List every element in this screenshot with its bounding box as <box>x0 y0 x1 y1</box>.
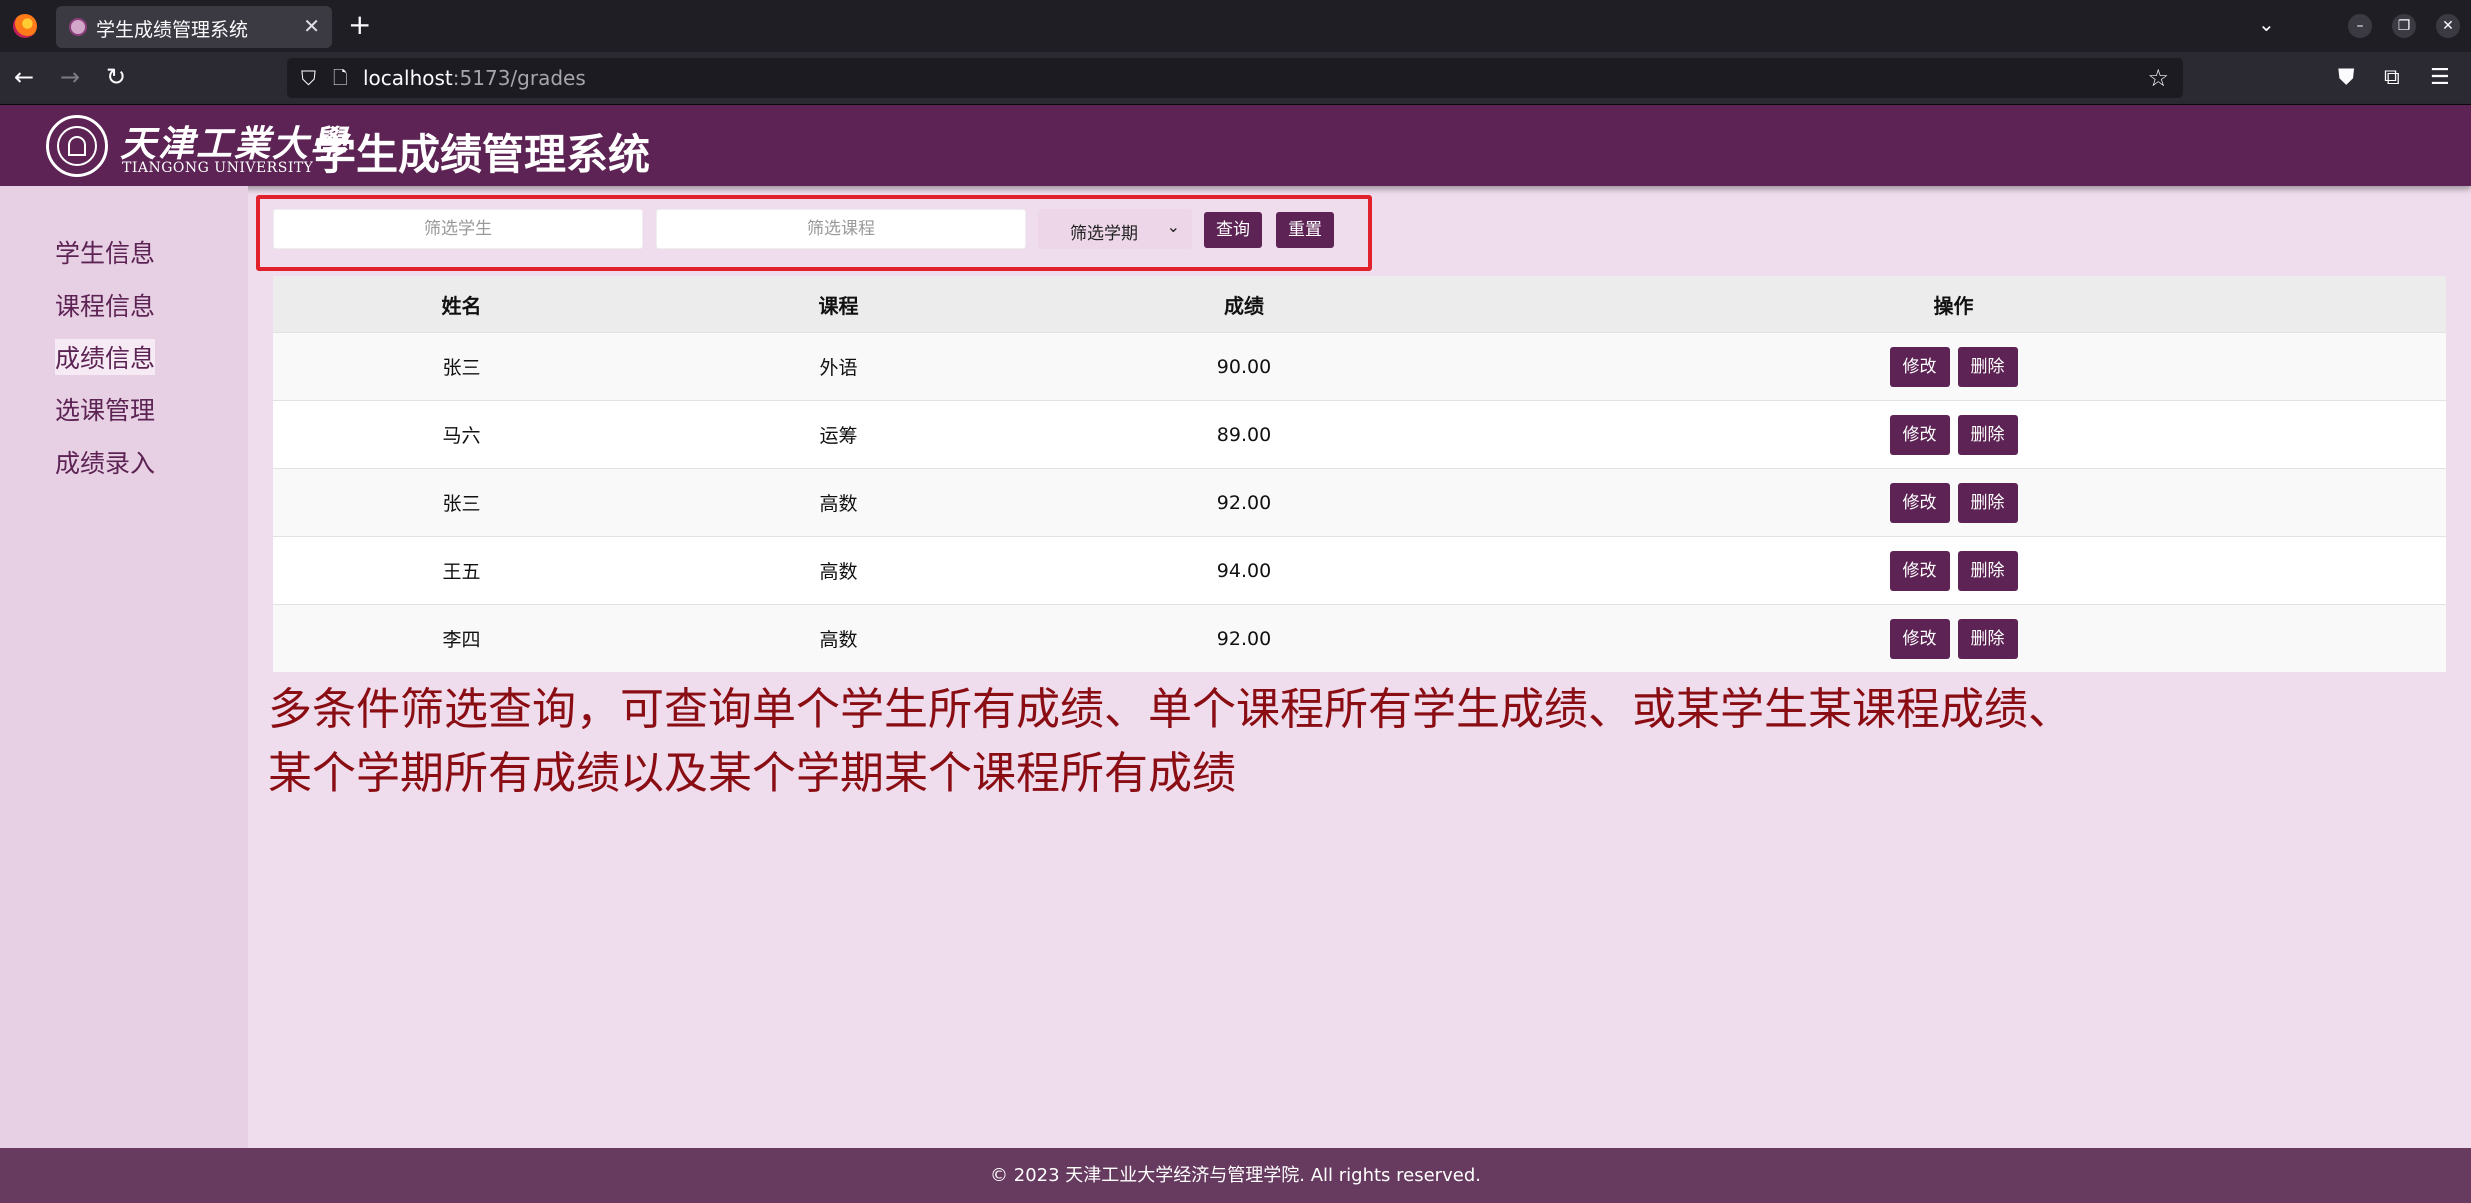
annotation-line-2: 某个学期所有成绩以及某个学期某个课程所有成绩 <box>268 748 1236 799</box>
shield-icon[interactable]: ⛉ <box>301 66 316 90</box>
annotation-line-1: 多条件筛选查询，可查询单个学生所有成绩、单个课程所有学生成绩、或某学生某课程成绩… <box>268 684 2072 735</box>
tab-title: 学生成绩管理系统 <box>96 19 249 41</box>
header-course: 课程 <box>650 276 1027 333</box>
cell-course: 高数 <box>650 468 1027 537</box>
browser-navbar: ← → ↻ ⛉ 🗋 localhost:5173/grades ☆ ⛊ ⧉ ☰ <box>0 52 2471 105</box>
course-filter-input[interactable] <box>656 209 1026 249</box>
cell-actions: 修改 删除 <box>1461 332 2446 401</box>
menu-icon[interactable]: ☰ <box>2430 65 2450 90</box>
cell-name: 马六 <box>273 400 650 469</box>
sidebar-item-grade-entry[interactable]: 成绩录入 <box>55 444 155 480</box>
new-tab-button[interactable]: + <box>348 8 371 42</box>
tab-favicon-icon <box>69 18 87 36</box>
browser-tabstrip: 学生成绩管理系统 ✕ + ⌄ – ❐ ✕ <box>0 0 2471 52</box>
cell-course: 外语 <box>650 332 1027 401</box>
query-button[interactable]: 查询 <box>1204 212 1262 248</box>
sidebar-item-student-info[interactable]: 学生信息 <box>55 234 155 270</box>
firefox-icon[interactable] <box>13 14 37 38</box>
cell-name: 王五 <box>273 536 650 605</box>
table-row: 马六 运筹 89.00 修改 删除 <box>273 400 2446 469</box>
cell-course: 运筹 <box>650 400 1027 469</box>
cell-score: 92.00 <box>1027 468 1461 537</box>
forward-arrow-icon[interactable]: → <box>60 64 80 90</box>
cell-name: 张三 <box>273 332 650 401</box>
browser-tab[interactable]: 学生成绩管理系统 ✕ <box>56 6 332 48</box>
cell-course: 高数 <box>650 604 1027 672</box>
delete-button[interactable]: 删除 <box>1957 482 2018 523</box>
university-logo-english: TIANGONG UNIVERSITY <box>122 160 314 176</box>
cell-score: 89.00 <box>1027 400 1461 469</box>
chevron-down-icon: ⌄ <box>1166 217 1180 236</box>
cell-actions: 修改 删除 <box>1461 536 2446 605</box>
grades-table: 姓名 课程 成绩 操作 张三 外语 90.00 修改 删除 马六 运筹 89.00… <box>273 276 2446 672</box>
minimize-button[interactable]: – <box>2348 14 2372 38</box>
feature-annotation: 多条件筛选查询，可查询单个学生所有成绩、单个课程所有学生成绩、或某学生某课程成绩… <box>268 678 2268 806</box>
close-window-button[interactable]: ✕ <box>2436 14 2460 38</box>
table-row: 张三 外语 90.00 修改 删除 <box>273 332 2446 401</box>
delete-button[interactable]: 删除 <box>1957 414 2018 455</box>
list-tabs-chevron-icon[interactable]: ⌄ <box>2258 12 2275 36</box>
sidebar-item-grade-info[interactable]: 成绩信息 <box>55 339 156 375</box>
cell-score: 92.00 <box>1027 604 1461 672</box>
sidebar: 学生信息 课程信息 成绩信息 选课管理 成绩录入 <box>0 186 248 1148</box>
edit-button[interactable]: 修改 <box>1889 482 1950 523</box>
delete-button[interactable]: 删除 <box>1957 550 2018 591</box>
cell-course: 高数 <box>650 536 1027 605</box>
university-seal-icon <box>46 115 108 177</box>
header-score: 成绩 <box>1027 276 1461 333</box>
term-select-value: 筛选学期 <box>1070 224 1138 244</box>
sidebar-item-enrollment[interactable]: 选课管理 <box>55 391 155 427</box>
edit-button[interactable]: 修改 <box>1889 618 1950 659</box>
cell-name: 张三 <box>273 468 650 537</box>
url-bar[interactable]: ⛉ 🗋 localhost:5173/grades ☆ <box>287 58 2183 98</box>
table-row: 王五 高数 94.00 修改 删除 <box>273 536 2446 605</box>
cell-score: 90.00 <box>1027 332 1461 401</box>
reload-icon[interactable]: ↻ <box>106 64 126 90</box>
edit-button[interactable]: 修改 <box>1889 550 1950 591</box>
table-header-row: 姓名 课程 成绩 操作 <box>273 276 2446 333</box>
reset-button[interactable]: 重置 <box>1276 212 1334 248</box>
cell-name: 李四 <box>273 604 650 672</box>
page-icon[interactable]: 🗋 <box>333 66 347 96</box>
cell-actions: 修改 删除 <box>1461 604 2446 672</box>
app-header: 天津工業大學 TIANGONG UNIVERSITY 学生成绩管理系统 <box>0 105 2471 186</box>
delete-button[interactable]: 删除 <box>1957 346 2018 387</box>
sidebar-item-course-info[interactable]: 课程信息 <box>55 287 155 323</box>
pocket-icon[interactable]: ⛊ <box>2338 65 2355 90</box>
table-row: 李四 高数 92.00 修改 删除 <box>273 604 2446 672</box>
edit-button[interactable]: 修改 <box>1889 414 1950 455</box>
edit-button[interactable]: 修改 <box>1889 346 1950 387</box>
footer: © 2023 天津工业大学经济与管理学院. All rights reserve… <box>0 1148 2471 1203</box>
bookmark-star-icon[interactable]: ☆ <box>2147 64 2169 92</box>
header-name: 姓名 <box>273 276 650 333</box>
header-actions: 操作 <box>1461 276 2446 333</box>
delete-button[interactable]: 删除 <box>1957 618 2018 659</box>
restore-button[interactable]: ❐ <box>2392 14 2416 38</box>
cell-actions: 修改 删除 <box>1461 468 2446 537</box>
tab-close-icon[interactable]: ✕ <box>303 14 320 38</box>
table-row: 张三 高数 92.00 修改 删除 <box>273 468 2446 537</box>
term-filter-select[interactable]: 筛选学期 ⌄ <box>1038 209 1192 249</box>
back-arrow-icon[interactable]: ← <box>14 64 34 90</box>
url-text[interactable]: localhost:5173/grades <box>363 66 586 90</box>
cell-actions: 修改 删除 <box>1461 400 2446 469</box>
system-title: 学生成绩管理系统 <box>314 130 651 179</box>
extensions-icon[interactable]: ⧉ <box>2384 65 2400 90</box>
cell-score: 94.00 <box>1027 536 1461 605</box>
student-filter-input[interactable] <box>273 209 643 249</box>
